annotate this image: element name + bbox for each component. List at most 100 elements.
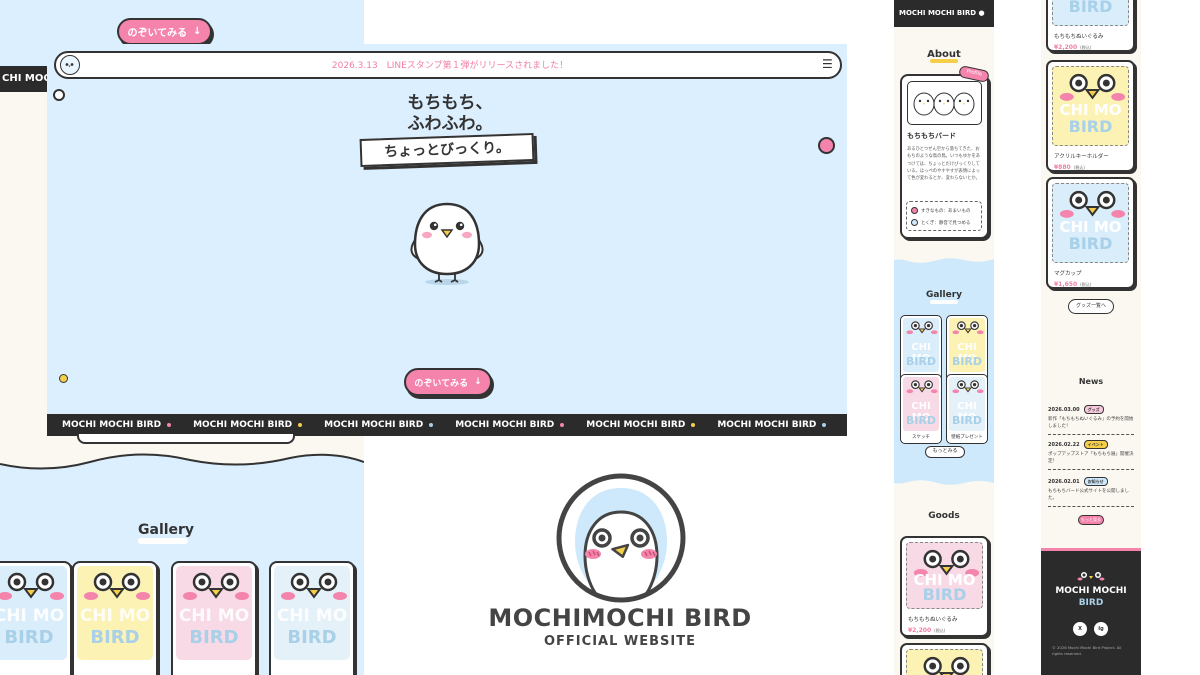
footer-title-bird: BIRD (1078, 598, 1104, 608)
gallery-card[interactable]: CHI MOBIRD正面のすがた (0, 561, 72, 675)
news-more-button[interactable]: もっと見る (1078, 515, 1104, 525)
gallery-card-mochi-text: CHI MO (0, 606, 65, 626)
hero-peek-button-label: のぞいてみる (414, 378, 469, 389)
legend-row-skill: とくぎ：静音で見つめる (911, 219, 970, 226)
goods-card-price-value: ¥2,200 (1054, 44, 1078, 51)
news-item-tag: お知らせ (1083, 477, 1108, 486)
goods-card-bird-text: BIRD (1068, 117, 1113, 136)
marquee-item-text: MOCHI MOCHI BIRD (193, 420, 293, 430)
gallery-card-art: CHI MO BIRD (274, 566, 350, 660)
goods-card-art: BIRD (1052, 0, 1129, 26)
gallery-card[interactable]: CHI MOBIRDスケッチ (171, 561, 257, 675)
hero-peek-button[interactable]: のぞいてみる ↓ (404, 368, 492, 396)
instagram-social-icon[interactable]: Ig (1094, 622, 1108, 636)
news-item-date: 2026.03.00 (1048, 406, 1080, 413)
news-item-date: 2026.02.22 (1048, 441, 1080, 448)
logo-title: MOCHIMOCHI BIRD (488, 604, 752, 632)
bird-face-icon (281, 572, 347, 600)
gallery-card[interactable]: CHI MOBIRD３面図 (72, 561, 158, 675)
goods-card[interactable]: CHI MO BIRD もちもちぬいぐるみ ¥2,200 (税込) (900, 536, 989, 637)
marquee-item-text: MOCHI MOCHI BIRD (717, 420, 817, 430)
marquee-dot (298, 423, 303, 427)
marquee-dot (429, 423, 434, 427)
bird-face-icon (906, 380, 938, 394)
news-item-header: 2026.02.01 お知らせ (1048, 477, 1134, 486)
hero-copy-line2: ふわふわ。 (407, 114, 493, 134)
mobile1-gallery-underline (930, 300, 958, 304)
left-gallery-title: Gallery (138, 522, 195, 538)
mobile1-gallery-title: Gallery (925, 290, 963, 300)
x-social-icon[interactable]: X (1073, 622, 1087, 636)
mobile-gallery-card-art: CHI MO BIRD (903, 377, 939, 431)
goods-card[interactable]: CHI MO BIRD マグカップ ¥1,650 (税込) (1046, 177, 1135, 289)
hamburger-menu-icon[interactable]: ☰ (822, 57, 833, 71)
goods-card-name: もちもちぬいぐるみ (908, 617, 958, 623)
news-item-tag: グッズ (1083, 405, 1104, 414)
bird-face-icon (1059, 73, 1126, 101)
news-item[interactable]: 2026.03.00 グッズ 新作「もちもちぬいぐるみ」の予約を開始しました！ (1048, 405, 1134, 435)
goods-card-tax: (税込) (1080, 282, 1092, 287)
goods-card-bird-text: BIRD (1068, 234, 1113, 253)
mobile1-profile-illustration (907, 81, 982, 125)
mobile-gallery-bird-text: BIRD (905, 414, 937, 427)
marquee-dot (167, 423, 172, 427)
gallery-card-bird-text: BIRD (4, 627, 54, 648)
marquee-item-text: MOCHI MOCHI BIRD (62, 420, 162, 430)
goods-card-name: マグカップ (1054, 271, 1082, 277)
goods-card-bird-text: BIRD (1068, 0, 1113, 16)
goods-card-price-value: ¥880 (1054, 164, 1071, 171)
hero-bird-illustration (410, 202, 484, 285)
mobile-gallery-card-art: CHI MO BIRD (903, 318, 939, 372)
logo-subtitle: OFFICIAL WEBSITE (544, 634, 696, 649)
marquee-item: MOCHI MOCHI BIRD (62, 420, 172, 430)
goods-card-tax: (税込) (1073, 165, 1085, 170)
mobile-gallery-card[interactable]: CHI MO BIRD 壁紙プレゼント (946, 374, 988, 444)
mobile1-wave-top (894, 255, 994, 263)
left-peek-button-label: のぞいてみる (127, 28, 188, 39)
goods-card[interactable] (900, 643, 989, 675)
marquee-item: MOCHI MOCHI BIRD (586, 420, 696, 430)
mobile1-profile-name: もちもちバード (907, 132, 956, 140)
marquee-item: MOCHI MOCHI BIRD (324, 420, 434, 430)
about-card-peek (77, 434, 295, 444)
goods-card-tax: (税込) (934, 628, 946, 633)
gallery-card-bird-text: BIRD (287, 627, 337, 648)
bird-face-icon (952, 321, 984, 335)
news-item[interactable]: 2026.02.01 お知らせ もちもちバード公式サイトを公開しました。 (1048, 477, 1134, 507)
left-gallery-underline (138, 538, 188, 544)
goods-list-button[interactable]: グッズ一覧へ (1068, 299, 1114, 314)
news-item-tag: イベント (1083, 440, 1108, 449)
mobile1-more-button[interactable]: もっとみる (925, 446, 965, 458)
legend-label: とくぎ：静音で見つめる (921, 220, 971, 226)
bird-face-icon (952, 380, 984, 394)
news-item-date: 2026.02.01 (1048, 478, 1080, 485)
gallery-card-mochi-text: CHI MO (276, 606, 348, 626)
mobile1-wave-bottom (894, 480, 994, 488)
goods-card[interactable]: CHI MO BIRD アクリルキーホルダー ¥880 (税込) (1046, 60, 1135, 172)
goods-card-bird-text: BIRD (922, 585, 967, 604)
footer-title: MOCHI MOCHI (1055, 586, 1127, 596)
nav-logo[interactable] (60, 55, 80, 75)
mobile-gallery-bird-text: BIRD (905, 355, 937, 368)
mobile-gallery-card-art: CHI MO BIRD (949, 318, 985, 372)
legend-row-likes: すきなもの：あまいもの (911, 207, 971, 214)
decor-circle-pink (818, 137, 835, 154)
mobile-gallery-card[interactable]: CHI MO BIRD スケッチ (900, 374, 942, 444)
goods-card-art (906, 649, 983, 675)
left-peek-button[interactable]: のぞいてみる ↓ (117, 18, 212, 45)
mobile-gallery-card-art: CHI MO BIRD (949, 377, 985, 431)
goods-card-price-value: ¥2,200 (908, 627, 932, 634)
mobile1-profile-text: あるひとつぜん空から落ちてきた、おもちのような鳥の鳥。いつもゆかをあつけては、ち… (907, 147, 981, 182)
marquee-item-text: MOCHI MOCHI BIRD (324, 420, 424, 430)
marquee-item-text: MOCHI MOCHI BIRD (586, 420, 686, 430)
gallery-card[interactable]: CHI MOBIRD壁紙プレゼント (269, 561, 355, 675)
legend-label: すきなもの：あまいもの (921, 208, 971, 214)
goods-card-price: ¥1,650 (税込) (1054, 281, 1092, 287)
goods-card[interactable]: BIRD もちもちぬいぐるみ ¥2,200 (税込) (1046, 0, 1135, 52)
mobile-gallery-caption: 壁紙プレゼント (951, 435, 983, 440)
goods-card-art: CHI MO BIRD (906, 542, 983, 609)
news-item[interactable]: 2026.02.22 イベント ポップアップストア「もちもち展」開催決定！ (1048, 440, 1134, 470)
marquee-item: MOCHI MOCHI BIRD (455, 420, 565, 430)
nav-news-ticker[interactable]: 2026.3.13 LINEスタンプ第１弾がリリースされました！ (80, 58, 820, 71)
mobile1-marquee: MOCHI MOCHI BIRD ● (894, 0, 994, 27)
